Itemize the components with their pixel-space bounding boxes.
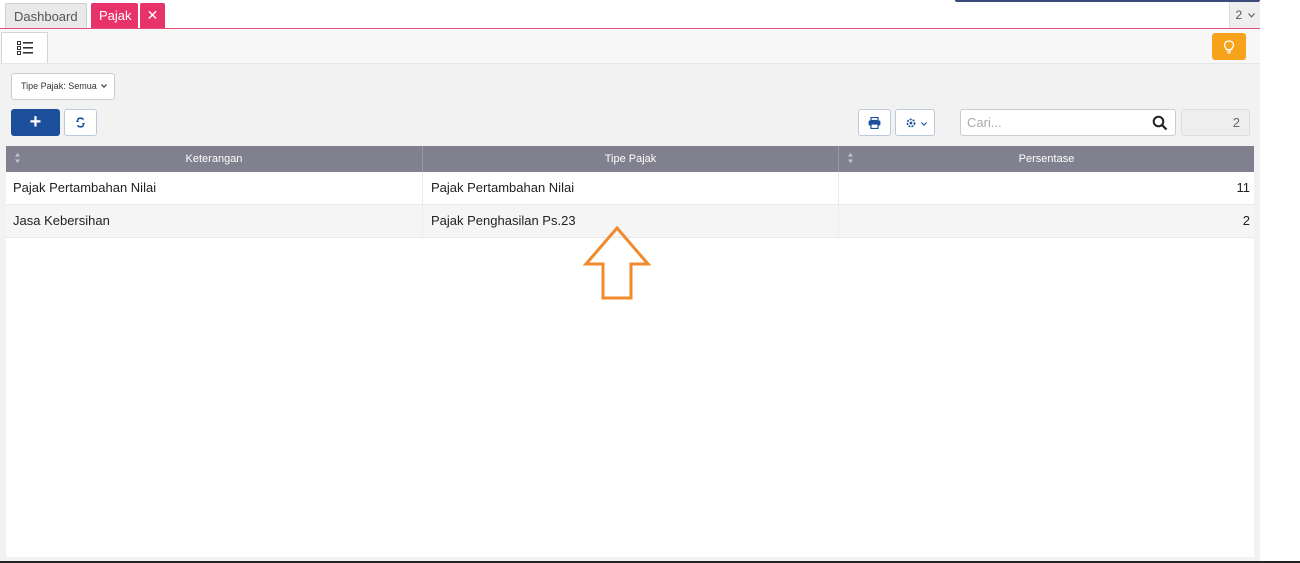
cell-keterangan: Pajak Pertambahan Nilai — [6, 172, 423, 205]
tab-overflow-menu[interactable]: 2 — [1229, 2, 1260, 28]
tab-dashboard[interactable]: Dashboard — [5, 3, 87, 28]
cell-keterangan: Jasa Kebersihan — [6, 205, 423, 238]
chevron-down-icon — [921, 122, 927, 126]
column-header-persentase[interactable]: Persentase — [839, 146, 1254, 172]
chevron-down-icon — [1247, 13, 1255, 18]
search-icon[interactable] — [1152, 115, 1168, 131]
tab-pajak[interactable]: Pajak — [91, 3, 138, 28]
sort-icon — [848, 153, 853, 163]
tab-bar: Dashboard Pajak ✕ 2 — [0, 0, 1260, 29]
toolbar-strip — [0, 29, 1260, 64]
filter-label: Tipe Pajak: Semua — [21, 81, 97, 91]
table-header: Keterangan Tipe Pajak Persentase — [6, 146, 1254, 172]
print-button[interactable] — [858, 109, 891, 136]
gear-icon — [906, 118, 916, 128]
record-count: 2 — [1181, 109, 1250, 136]
window-top-edge — [955, 0, 1260, 2]
main-panel: Tipe Pajak: Semua + 2 — [0, 64, 1260, 563]
tab-close-button[interactable]: ✕ — [140, 3, 165, 28]
column-label: Keterangan — [185, 153, 243, 165]
lightbulb-icon — [1223, 40, 1235, 54]
chevron-down-icon — [101, 84, 108, 89]
cell-persentase: 2 — [1242, 213, 1250, 228]
sort-icon — [15, 153, 20, 163]
tax-type-filter[interactable]: Tipe Pajak: Semua — [11, 73, 115, 100]
cell-tipe-pajak: Pajak Pertambahan Nilai — [423, 172, 839, 205]
search-input[interactable] — [962, 111, 1148, 134]
tab-count: 2 — [1235, 8, 1243, 22]
tax-table: Keterangan Tipe Pajak Persentase Pajak P… — [6, 146, 1254, 557]
settings-dropdown-button[interactable] — [895, 109, 935, 136]
column-header-tipe-pajak[interactable]: Tipe Pajak — [423, 146, 839, 172]
column-label: Tipe Pajak — [604, 153, 657, 165]
hint-button[interactable] — [1212, 33, 1246, 60]
cell-persentase: 11 — [1236, 180, 1251, 195]
close-icon: ✕ — [146, 7, 159, 23]
list-icon — [17, 41, 33, 55]
add-button[interactable]: + — [11, 109, 60, 136]
refresh-button[interactable] — [64, 109, 97, 136]
column-header-keterangan[interactable]: Keterangan — [6, 146, 423, 172]
table-row[interactable]: Pajak Pertambahan Nilai Pajak Pertambaha… — [6, 172, 1254, 205]
search-box — [960, 109, 1176, 136]
column-label: Persentase — [1018, 153, 1075, 165]
list-view-button[interactable] — [1, 32, 48, 63]
refresh-icon — [76, 117, 85, 128]
print-icon — [868, 117, 881, 129]
up-arrow-annotation — [583, 226, 651, 300]
